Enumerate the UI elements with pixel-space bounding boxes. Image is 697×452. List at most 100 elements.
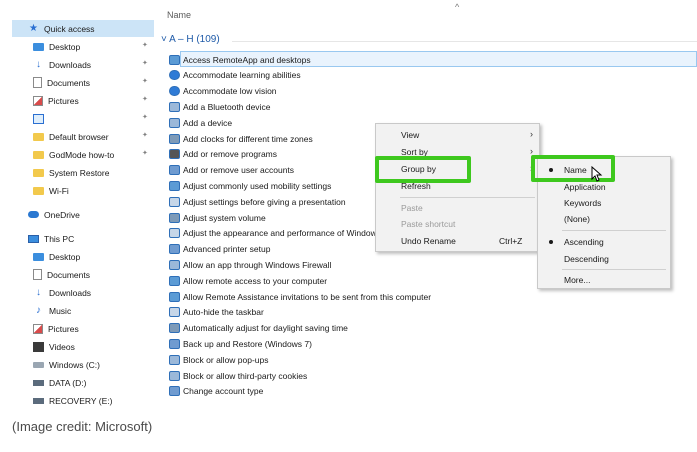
sidebar-item-label: Default browser (49, 131, 109, 142)
sidebar-item-data-d[interactable]: DATA (D:) (12, 374, 154, 391)
sidebar-item-default-browser[interactable]: Default browser ✦ (12, 128, 154, 145)
sidebar-item-music[interactable]: ♪ Music (12, 302, 154, 319)
menu-item-paste-shortcut[interactable]: Paste shortcut (376, 216, 541, 232)
control-panel-item-icon (169, 212, 180, 223)
control-panel-item-icon (169, 101, 180, 112)
sidebar-item-label: Downloads (49, 287, 92, 298)
list-item-label: Adjust settings before giving a presenta… (183, 196, 346, 207)
sidebar-item-label: Quick access (44, 23, 95, 34)
pin-icon: ✦ (142, 60, 148, 67)
sidebar-item-recovery-e[interactable]: RECOVERY (E:) (12, 392, 154, 408)
list-item[interactable]: Adjust the appearance and performance of… (169, 226, 381, 241)
control-panel-item-icon (169, 338, 180, 349)
list-item[interactable]: Add a device (169, 115, 232, 130)
navigation-pane: ★ Quick access Desktop ✦ ↓ Downloads ✦ D… (12, 14, 154, 408)
sidebar-item-pc-desktop[interactable]: Desktop (12, 248, 154, 265)
desktop-folder-icon (33, 42, 44, 51)
menu-item-view[interactable]: View › (376, 127, 541, 143)
menu-item-label: Ascending (564, 237, 604, 247)
sidebar-item-pictures[interactable]: Pictures ✦ (12, 92, 154, 109)
menu-item-undo-rename[interactable]: Undo Rename Ctrl+Z (376, 233, 541, 249)
control-panel-item-icon (169, 149, 180, 160)
sidebar-item-downloads[interactable]: ↓ Downloads ✦ (12, 56, 154, 73)
submenu-item-none[interactable]: (None) (538, 211, 672, 227)
list-item-label: Add a Bluetooth device (183, 101, 271, 112)
sidebar-item-windows-c[interactable]: Windows (C:) (12, 356, 154, 373)
list-item[interactable]: Allow remote access to your computer (169, 273, 327, 288)
list-item[interactable]: Block or allow pop-ups (169, 352, 269, 367)
sidebar-item-system-restore[interactable]: System Restore (12, 164, 154, 181)
control-panel-item-icon (169, 323, 180, 334)
sidebar-item-wifi[interactable]: Wi-Fi (12, 182, 154, 199)
list-item-label: Block or allow pop-ups (183, 354, 269, 365)
list-item-label: Allow remote access to your computer (183, 275, 328, 286)
list-item[interactable]: Adjust settings before giving a presenta… (169, 194, 346, 209)
sort-indicator-icon: ^ (455, 2, 460, 12)
control-panel-item-icon (169, 354, 180, 365)
pin-icon: ✦ (142, 42, 148, 49)
menu-separator (562, 269, 666, 270)
list-item[interactable]: Add clocks for different time zones (169, 131, 313, 146)
chevron-right-icon: › (530, 129, 533, 139)
submenu-item-keywords[interactable]: Keywords (538, 195, 672, 211)
list-item[interactable]: Automatically adjust for daylight saving… (169, 321, 348, 336)
menu-item-label: Descending (564, 254, 609, 264)
folder-icon (33, 168, 44, 177)
list-item-label: Back up and Restore (Windows 7) (183, 338, 312, 349)
submenu-item-ascending[interactable]: Ascending (538, 234, 672, 250)
sidebar-item-desktop[interactable]: Desktop ✦ (12, 38, 154, 55)
list-item[interactable]: Add or remove user accounts (169, 163, 294, 178)
column-header-name[interactable]: Name (167, 10, 191, 20)
control-panel-item-icon (169, 386, 180, 397)
menu-item-paste[interactable]: Paste (376, 200, 541, 216)
music-icon: ♪ (36, 304, 41, 316)
list-item-label: Allow Remote Assistance invitations to b… (183, 291, 432, 302)
list-item[interactable]: Accommodate learning abilities (169, 68, 301, 83)
sidebar-item-quick-access[interactable]: ★ Quick access (12, 20, 154, 37)
sidebar-item-this-pc[interactable]: This PC (12, 230, 154, 247)
sidebar-item-pc-pictures[interactable]: Pictures (12, 320, 154, 337)
pin-icon: ✦ (142, 132, 148, 139)
sidebar-item-label: Pictures (48, 323, 79, 334)
group-header[interactable]: ˅ A – H (109) (161, 34, 220, 45)
control-panel-item-icon (169, 133, 180, 144)
chevron-down-icon: ˅ (161, 34, 170, 45)
list-item[interactable]: Advanced printer setup (169, 242, 270, 257)
menu-separator (400, 197, 535, 198)
list-item[interactable]: Add a Bluetooth device (169, 99, 270, 114)
desktop-folder-icon (33, 252, 44, 261)
submenu-item-descending[interactable]: Descending (538, 251, 672, 267)
sidebar-item-godmode[interactable]: GodMode how-to ✦ (12, 146, 154, 163)
list-item[interactable]: Adjust system volume (169, 210, 266, 225)
sidebar-item-label: Documents (47, 269, 90, 280)
menu-item-label: More... (564, 275, 591, 285)
list-item[interactable]: Back up and Restore (Windows 7) (169, 336, 312, 351)
list-item-label: Auto-hide the taskbar (183, 307, 264, 318)
list-item-label: Automatically adjust for daylight saving… (183, 323, 348, 334)
list-item[interactable]: Auto-hide the taskbar (169, 305, 264, 320)
sidebar-item-videos[interactable]: Videos (12, 338, 154, 355)
star-icon: ★ (29, 22, 38, 34)
pin-icon: ✦ (142, 96, 148, 103)
sidebar-item-monitor[interactable]: ✦ (12, 110, 154, 127)
list-item[interactable]: Access RemoteApp and desktops (169, 52, 311, 67)
sidebar-item-label: System Restore (49, 167, 110, 178)
list-item[interactable]: Change account type (169, 384, 263, 399)
list-item[interactable]: Adjust commonly used mobility settings (169, 178, 331, 193)
submenu-item-more[interactable]: More... (538, 272, 672, 288)
list-item-label: Accommodate learning abilities (183, 70, 301, 81)
menu-item-label: Application (564, 182, 606, 192)
list-item[interactable]: Accommodate low vision (169, 84, 277, 99)
list-item-label: Add a device (183, 117, 233, 128)
list-item[interactable]: Add or remove programs (169, 147, 277, 162)
list-item[interactable]: Allow Remote Assistance invitations to b… (169, 289, 431, 304)
list-item[interactable]: Allow an app through Windows Firewall (169, 257, 331, 272)
sidebar-item-onedrive[interactable]: OneDrive (12, 206, 154, 223)
list-item[interactable]: Block or allow third-party cookies (169, 368, 307, 383)
pictures-icon (33, 95, 43, 106)
sidebar-item-documents[interactable]: Documents ✦ (12, 74, 154, 91)
sidebar-item-pc-downloads[interactable]: ↓ Downloads (12, 284, 154, 301)
control-panel-item-icon (169, 196, 180, 207)
sidebar-item-pc-documents[interactable]: Documents (12, 266, 154, 283)
list-item-label: Block or allow third-party cookies (183, 370, 308, 381)
